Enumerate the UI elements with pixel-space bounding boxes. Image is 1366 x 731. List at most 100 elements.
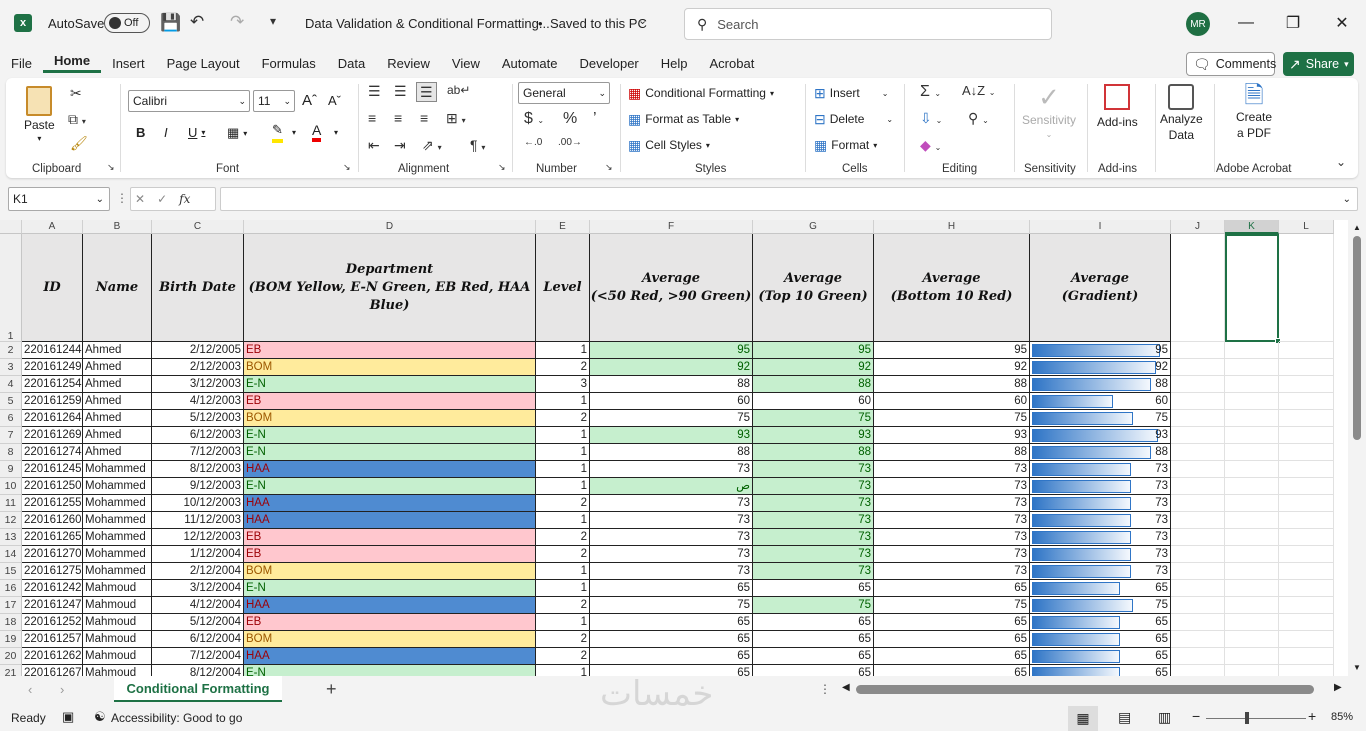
cell-birth-date[interactable]: 4/12/2004 <box>152 597 244 614</box>
scroll-up-icon[interactable]: ▲ <box>1353 223 1361 232</box>
horizontal-scroll-thumb[interactable] <box>856 685 1314 694</box>
cell-department[interactable]: E-N <box>244 376 536 393</box>
empty-cell[interactable] <box>1171 495 1225 512</box>
font-size-select[interactable]: 11 ⌄ <box>253 90 295 112</box>
macro-record-icon[interactable]: ▣ <box>62 709 74 725</box>
name-box[interactable]: K1 ⌄ <box>8 187 110 211</box>
empty-cell[interactable] <box>1171 546 1225 563</box>
align-middle-icon[interactable]: ☰ <box>394 84 407 98</box>
search-box[interactable]: ⚲ Search <box>684 8 1052 40</box>
cell-average-gradient[interactable]: 73 <box>1030 461 1171 478</box>
empty-cell[interactable] <box>1225 444 1279 461</box>
empty-cell[interactable] <box>1171 461 1225 478</box>
empty-cell[interactable] <box>1279 444 1334 461</box>
empty-cell[interactable] <box>1279 529 1334 546</box>
cell-id[interactable]: 220161242 <box>22 580 83 597</box>
empty-cell[interactable] <box>1225 648 1279 665</box>
cell-level[interactable]: 1 <box>536 614 590 631</box>
row-header[interactable]: 18 <box>0 614 22 631</box>
cell-department[interactable]: EB <box>244 393 536 410</box>
cell-level[interactable]: 1 <box>536 665 590 676</box>
empty-cell[interactable] <box>1225 427 1279 444</box>
cell-department[interactable]: E-N <box>244 478 536 495</box>
dialog-launcher-icon[interactable]: ↘ <box>107 163 115 172</box>
header-id[interactable]: ID <box>22 234 83 342</box>
tab-help[interactable]: Help <box>650 56 699 71</box>
cell-birth-date[interactable]: 4/12/2003 <box>152 393 244 410</box>
cell-level[interactable]: 1 <box>536 580 590 597</box>
conditional-formatting-button[interactable]: ▦ Conditional Formatting ▾ <box>628 86 774 100</box>
fill-icon[interactable]: ⇩ ⌄ <box>920 111 942 125</box>
column-header-g[interactable]: G <box>753 220 874 234</box>
tab-review[interactable]: Review <box>376 56 441 71</box>
row-header[interactable]: 8 <box>0 444 22 461</box>
cell-average-top10[interactable]: 73 <box>753 461 874 478</box>
header-average-top10[interactable]: Average (Top 10 Green) <box>753 234 874 342</box>
cell-average-gradient[interactable]: 65 <box>1030 614 1171 631</box>
cell-name[interactable]: Ahmed <box>83 410 152 427</box>
cell-name[interactable]: Mahmoud <box>83 648 152 665</box>
cell-average-threshold[interactable]: 65 <box>590 631 753 648</box>
cell-average-bottom10[interactable]: 73 <box>874 478 1030 495</box>
column-header-e[interactable]: E <box>536 220 590 234</box>
cell-average-gradient[interactable]: 73 <box>1030 512 1171 529</box>
column-header-c[interactable]: C <box>152 220 244 234</box>
cell-level[interactable]: 1 <box>536 444 590 461</box>
cell-average-threshold[interactable]: 73 <box>590 512 753 529</box>
wrap-text-icon[interactable]: ab↵ <box>447 84 470 96</box>
cell-average-threshold[interactable]: 75 <box>590 597 753 614</box>
empty-cell[interactable] <box>1225 563 1279 580</box>
cell-average-bottom10[interactable]: 65 <box>874 631 1030 648</box>
empty-cell[interactable] <box>1171 665 1225 676</box>
cell-level[interactable]: 2 <box>536 495 590 512</box>
cell-average-top10[interactable]: 73 <box>753 546 874 563</box>
row-header[interactable]: 3 <box>0 359 22 376</box>
empty-cell[interactable] <box>1171 427 1225 444</box>
empty-cell[interactable] <box>1171 410 1225 427</box>
cell-id[interactable]: 220161252 <box>22 614 83 631</box>
page-layout-view-icon[interactable]: ▤ <box>1118 709 1131 726</box>
merge-center-icon[interactable]: ⊞ ▾ <box>446 111 466 125</box>
cell-id[interactable]: 220161245 <box>22 461 83 478</box>
share-button[interactable]: ↗ Share ▾ <box>1283 52 1354 76</box>
increase-font-icon[interactable]: Aˆ <box>302 92 317 109</box>
cell-average-top10[interactable]: 73 <box>753 529 874 546</box>
cell-birth-date[interactable]: 2/12/2003 <box>152 359 244 376</box>
cell-average-bottom10[interactable]: 88 <box>874 376 1030 393</box>
more-options-icon[interactable]: ⋮ <box>819 682 831 696</box>
orientation-icon[interactable]: ⇗ ▾ <box>422 138 442 152</box>
cell-level[interactable]: 2 <box>536 648 590 665</box>
cell-average-top10[interactable]: 88 <box>753 444 874 461</box>
zoom-slider[interactable] <box>1206 718 1306 719</box>
empty-cell[interactable] <box>1225 342 1279 359</box>
cell-average-threshold[interactable]: 65 <box>590 614 753 631</box>
new-sheet-icon[interactable]: + <box>326 679 337 700</box>
cell-department[interactable]: EB <box>244 529 536 546</box>
row-header[interactable]: 12 <box>0 512 22 529</box>
cell-department[interactable]: E-N <box>244 665 536 676</box>
row-header[interactable]: 15 <box>0 563 22 580</box>
cell-average-bottom10[interactable]: 60 <box>874 393 1030 410</box>
align-right-icon[interactable]: ≡ <box>420 111 428 125</box>
worksheet-grid[interactable]: A B C D E F G H I J K L 1 ID Name Birth Date Department (… <box>0 220 1348 676</box>
comments-button[interactable]: 🗨 Comments <box>1186 52 1276 76</box>
cell-birth-date[interactable]: 7/12/2003 <box>152 444 244 461</box>
cell-id[interactable]: 220161262 <box>22 648 83 665</box>
cell-average-bottom10[interactable]: 65 <box>874 665 1030 676</box>
cell-birth-date[interactable]: 3/12/2004 <box>152 580 244 597</box>
cell-average-threshold[interactable]: 73 <box>590 563 753 580</box>
chevron-down-icon[interactable]: ▾ <box>334 128 338 137</box>
cell-average-top10[interactable]: 93 <box>753 427 874 444</box>
dialog-launcher-icon[interactable]: ↘ <box>498 163 506 172</box>
cell-department[interactable]: BOM <box>244 631 536 648</box>
collapse-ribbon-icon[interactable]: ⌄ <box>1336 156 1346 168</box>
cell-name[interactable]: Ahmed <box>83 393 152 410</box>
empty-cell[interactable] <box>1279 342 1334 359</box>
find-select-icon[interactable]: ⚲ ⌄ <box>968 111 989 125</box>
cell-name[interactable]: Mohammed <box>83 529 152 546</box>
cell-average-bottom10[interactable]: 93 <box>874 427 1030 444</box>
normal-view-icon[interactable]: ▦ <box>1068 706 1098 731</box>
empty-cell[interactable] <box>1225 614 1279 631</box>
cell-average-bottom10[interactable]: 73 <box>874 461 1030 478</box>
empty-cell[interactable] <box>1279 631 1334 648</box>
